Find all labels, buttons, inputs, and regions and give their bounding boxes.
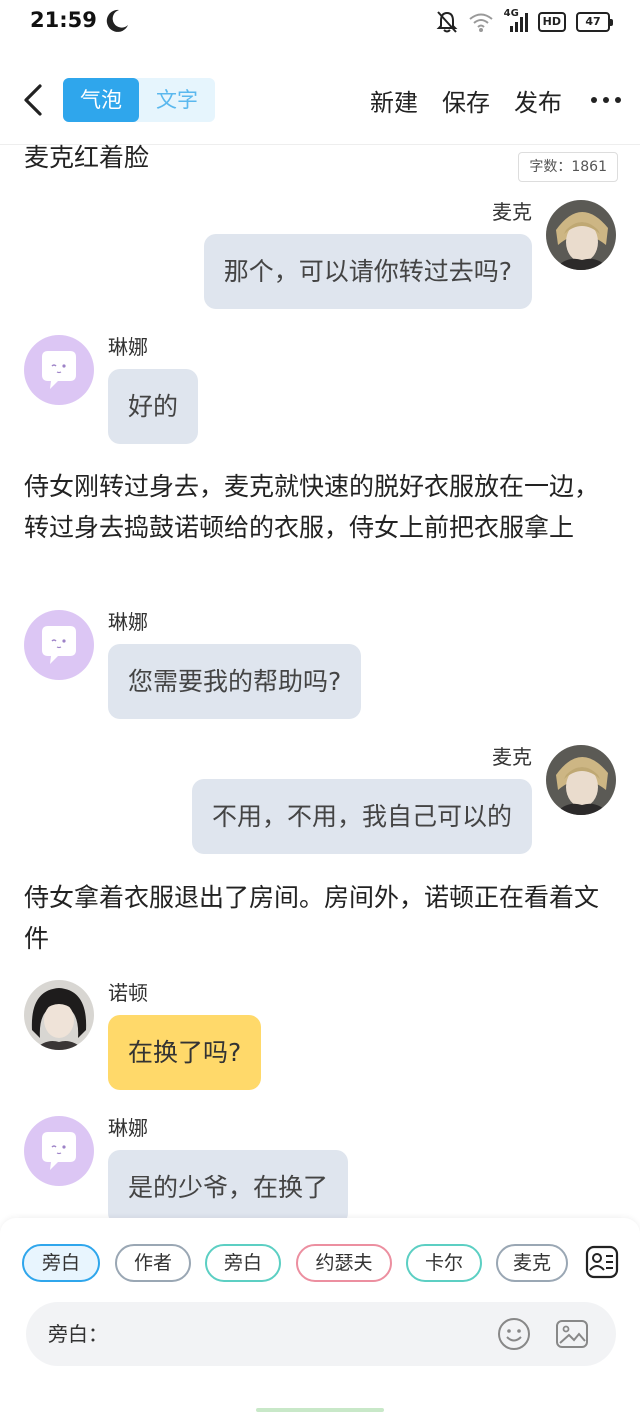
new-button[interactable]: 新建 [370,83,418,118]
speaker-name: 诺顿 [108,981,148,1005]
role-chip-mike[interactable]: 麦克 [496,1244,568,1282]
input-bar [26,1302,616,1366]
character-portrait-icon [546,745,616,815]
speaker-name: 琳娜 [108,335,148,359]
chat-bubble[interactable]: 那个，可以请你转过去吗? [203,234,532,309]
avatar[interactable] [24,610,94,680]
chat-bubble-icon [42,1132,76,1170]
back-arrow-icon[interactable] [16,78,52,122]
chat-bubble[interactable]: 是的少爷，在换了 [108,1150,349,1225]
top-actions: 新建 保存 发布 [370,78,640,122]
speaker-name: 琳娜 [108,610,148,634]
tab-text[interactable]: 文字 [139,78,215,122]
moon-icon [106,9,128,32]
speaker-name: 琳娜 [108,1116,148,1140]
role-chip-narrator-2[interactable]: 旁白 [205,1244,281,1282]
speaker-name: 麦克 [492,745,532,769]
avatar[interactable] [546,745,616,815]
avatar[interactable] [24,335,94,405]
status-icons: 4G HD 47 [436,8,613,36]
word-count: 字数：1861 [518,152,618,182]
mute-bell-icon [436,11,458,33]
app-bar: 气泡 文字 新建 保存 发布 [0,60,640,140]
save-button[interactable]: 保存 [442,83,490,118]
mode-toggle: 气泡 文字 [63,78,215,122]
role-chip-joseph[interactable]: 约瑟夫 [296,1244,392,1282]
chat-bubble[interactable]: 不用，不用，我自己可以的 [191,779,532,854]
tab-bubble[interactable]: 气泡 [63,78,139,122]
battery-icon: 47 [576,12,613,32]
status-bar: 21:59 4G HD 47 [0,0,640,44]
more-icon[interactable] [586,80,626,120]
character-portrait-icon [24,980,94,1050]
status-time: 21:59 [30,8,97,32]
wifi-icon [469,13,493,32]
role-chip-karl[interactable]: 卡尔 [406,1244,482,1282]
narration-input[interactable] [48,1316,488,1352]
role-chip-narrator[interactable]: 旁白 [22,1244,100,1282]
narration-text[interactable]: 侍女拿着衣服退出了房间。房间外，诺顿正在看着文件 [24,877,614,959]
speaker-name: 麦克 [492,200,532,224]
bottom-panel: 旁白 作者 旁白 约瑟夫 卡尔 麦克 [0,1218,640,1422]
image-icon[interactable] [554,1316,590,1352]
narration-text[interactable]: 侍女刚转过身去，麦克就快速的脱好衣服放在一边，转过身去捣鼓诺顿给的衣服，侍女上前… [24,466,614,548]
contact-card-icon[interactable] [584,1244,620,1280]
avatar[interactable] [546,200,616,270]
chat-bubble-icon [42,626,76,664]
home-indicator [256,1408,384,1412]
character-portrait-icon [546,200,616,270]
chat-bubble[interactable]: 在换了吗? [108,1015,262,1090]
publish-button[interactable]: 发布 [514,83,562,118]
chat-bubble[interactable]: 好的 [108,369,199,444]
role-chip-author[interactable]: 作者 [115,1244,191,1282]
avatar[interactable] [24,1116,94,1186]
signal-icon: 4G [504,8,528,34]
emoji-icon[interactable] [496,1316,532,1352]
chat-bubble[interactable]: 您需要我的帮助吗? [108,644,362,719]
avatar[interactable] [24,980,94,1050]
chat-bubble-icon [42,351,76,389]
hd-badge: HD [537,12,566,32]
